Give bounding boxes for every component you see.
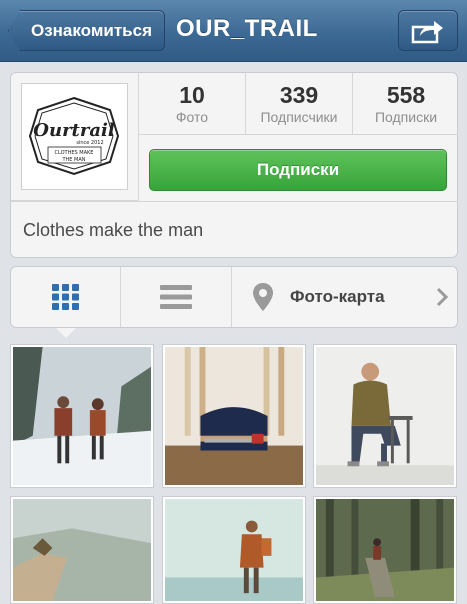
stat-label: Подписчики [260, 108, 338, 125]
photo-thumbnail[interactable] [10, 344, 154, 488]
page-title: OUR_TRAIL [176, 15, 318, 42]
logo-text: Ourtrail [33, 120, 115, 141]
stat-photos[interactable]: 10 Фото [139, 73, 246, 134]
tab-grid-view[interactable] [11, 267, 121, 327]
avatar-container: Ourtrail since 2012 CLOTHES MAKE THE MAN [11, 73, 139, 201]
profile-bio: Clothes make the man [11, 201, 457, 257]
photo-image [13, 347, 151, 485]
photo-image [13, 499, 151, 601]
photo-thumbnail[interactable] [162, 496, 306, 604]
avatar[interactable]: Ourtrail since 2012 CLOTHES MAKE THE MAN [21, 83, 128, 190]
active-tab-pointer [56, 328, 76, 338]
navigation-bar: Ознакомиться OUR_TRAIL [0, 0, 467, 62]
share-button[interactable] [398, 10, 458, 51]
follow-button[interactable]: Подписки [149, 149, 447, 191]
stat-following[interactable]: 558 Подписки [353, 73, 457, 134]
photo-image [165, 347, 303, 485]
logo-since: since 2012 [76, 140, 103, 146]
profile-stats: 10 Фото 339 Подписчики 558 Подписки [139, 73, 457, 135]
photo-image [316, 347, 454, 485]
logo-tagline: CLOTHES MAKE [55, 150, 94, 156]
stat-value: 558 [386, 81, 426, 108]
grid-icon [51, 284, 79, 310]
view-tabs: Фото-карта [10, 266, 458, 328]
stat-label: Подписки [374, 108, 438, 125]
photo-thumbnail[interactable] [162, 344, 306, 488]
share-icon [411, 20, 443, 43]
photo-thumbnail[interactable] [313, 344, 457, 488]
photo-image [165, 499, 303, 601]
photo-thumbnail[interactable] [313, 496, 457, 604]
profile-card: Ourtrail since 2012 CLOTHES MAKE THE MAN… [10, 72, 458, 258]
stat-followers[interactable]: 339 Подписчики [246, 73, 353, 134]
tab-list-view[interactable] [121, 267, 232, 327]
logo-tagline: THE MAN [61, 157, 85, 163]
list-icon [160, 285, 192, 309]
chevron-right-icon [436, 287, 448, 307]
stat-value: 339 [279, 81, 319, 108]
photo-thumbnail[interactable] [10, 496, 154, 604]
location-pin-icon [253, 283, 273, 311]
photo-image [316, 499, 454, 601]
stat-label: Фото [175, 108, 209, 125]
stat-value: 10 [179, 81, 205, 108]
ourtrail-logo: Ourtrail since 2012 CLOTHES MAKE THE MAN [28, 96, 120, 176]
tab-photo-map[interactable]: Фото-карта [232, 267, 457, 327]
photo-map-label: Фото-карта [290, 287, 385, 306]
back-button[interactable]: Ознакомиться [8, 10, 165, 51]
